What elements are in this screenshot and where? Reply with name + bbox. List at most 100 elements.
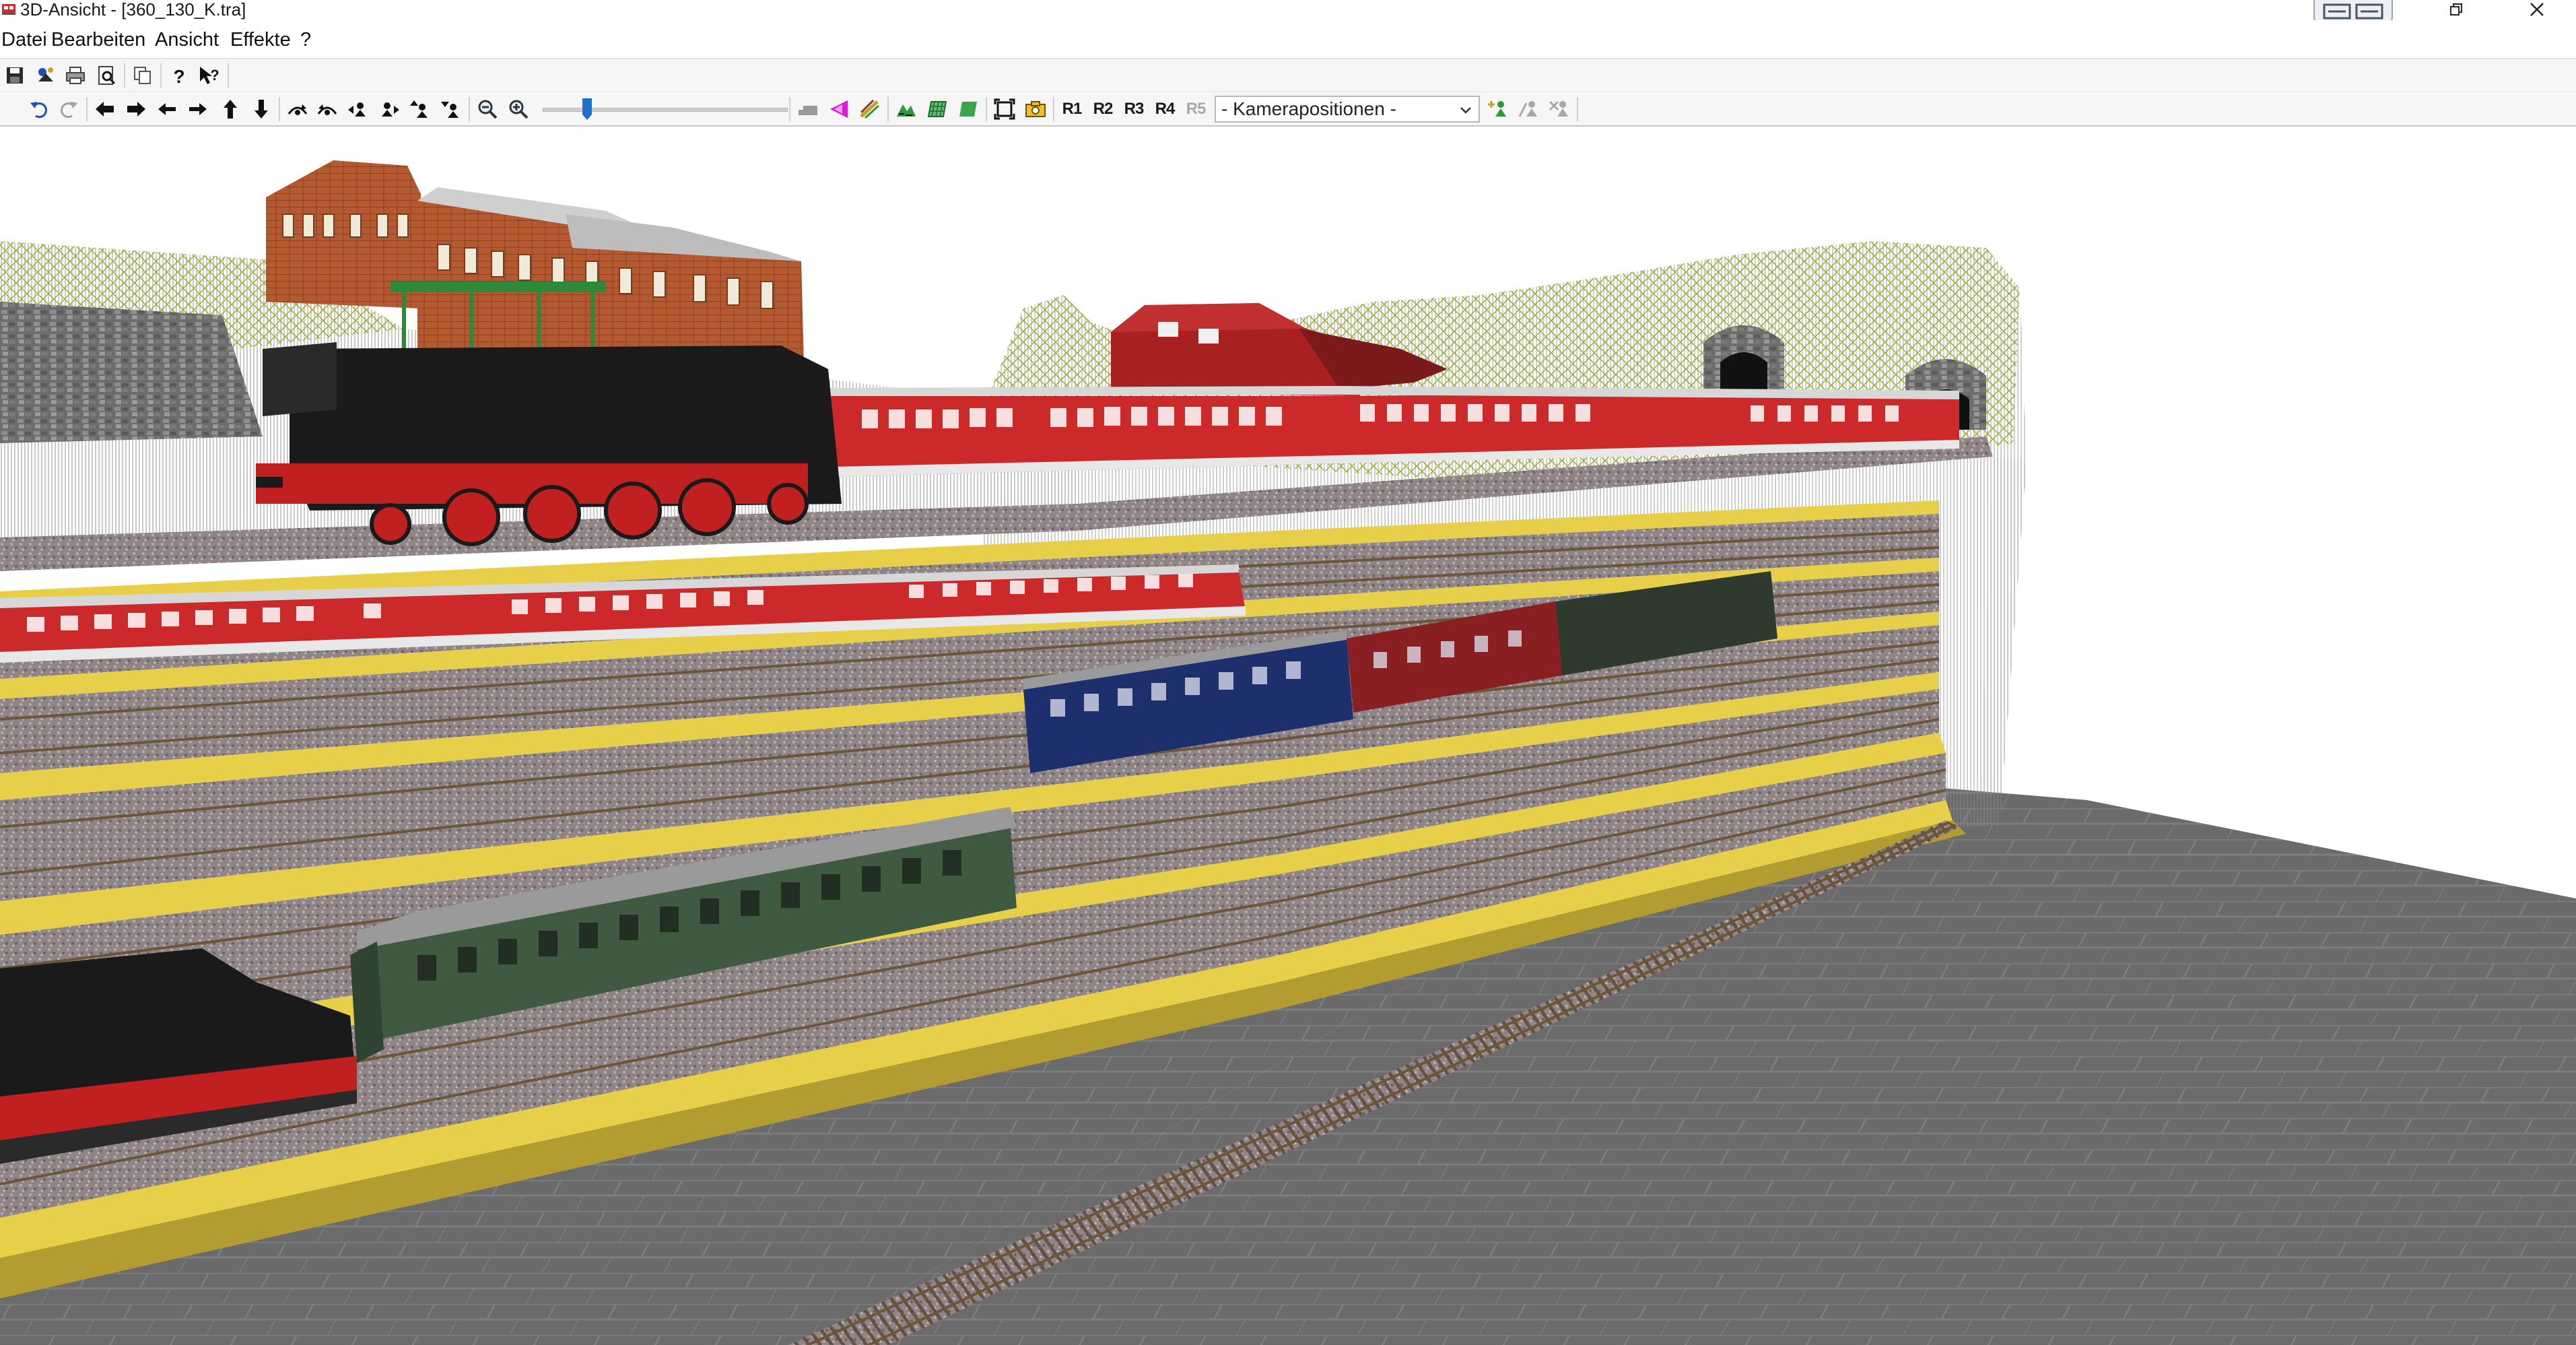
menu-help[interactable]: ?: [300, 20, 311, 58]
terrain-flat-button[interactable]: [794, 96, 821, 123]
toolbar-separator: [789, 97, 790, 121]
grid-icon: [927, 101, 947, 117]
copy-button[interactable]: [129, 62, 156, 89]
camera-turn-left-icon: [348, 102, 366, 117]
toolbar-separator: [1577, 97, 1578, 121]
save-button[interactable]: [1, 62, 28, 89]
svg-text:?: ?: [210, 67, 219, 84]
move-down-button[interactable]: [248, 96, 275, 123]
menu-bar: Datei Bearbeiten Ansicht Effekte ?: [0, 20, 2576, 59]
svg-text:?: ?: [173, 66, 184, 87]
camera-delete-icon: [1549, 100, 1568, 117]
undo-button[interactable]: [26, 96, 53, 123]
print-button[interactable]: [62, 62, 89, 89]
fit-view-button[interactable]: [991, 96, 1018, 123]
move-up-button[interactable]: [217, 96, 244, 123]
arrow-left-button[interactable]: [92, 96, 118, 123]
toolbar-separator: [124, 63, 125, 88]
recorded-position-5[interactable]: R5: [1182, 96, 1209, 123]
train-settings-icon: [38, 67, 53, 81]
recorded-position-5-label: R5: [1186, 100, 1207, 118]
camera-back-button[interactable]: [314, 96, 341, 123]
close-icon: [2530, 3, 2544, 16]
camera-lower-icon: [441, 102, 459, 118]
track-edit-button[interactable]: [856, 96, 883, 123]
save-icon: [7, 67, 23, 84]
toolbar-separator: [86, 97, 88, 121]
camera-position-delete-button[interactable]: [1546, 96, 1573, 123]
fit-view-icon: [994, 98, 1015, 120]
camera-raise-button[interactable]: [407, 96, 434, 123]
toolbar-separator: [887, 97, 889, 121]
move-right-button[interactable]: [184, 96, 211, 123]
toolbar-file: ? ?: [0, 59, 2576, 92]
recorded-position-1[interactable]: R1: [1058, 96, 1085, 123]
move-left-icon: [158, 103, 176, 115]
zoom-slider-thumb[interactable]: [582, 97, 592, 121]
print-preview-button[interactable]: [93, 62, 120, 89]
zoom-slider-track: [543, 108, 788, 112]
move-left-button[interactable]: [154, 96, 180, 123]
camera-forward-button[interactable]: [284, 96, 311, 123]
menu-effekte[interactable]: Effekte: [230, 20, 291, 58]
arrow-right-button[interactable]: [123, 96, 149, 123]
restore-icon: [2450, 3, 2462, 15]
camera-positions-value: - Kamerapositionen -: [1221, 98, 1396, 119]
copy-icon: [134, 67, 151, 84]
recorded-position-3[interactable]: R3: [1120, 96, 1147, 123]
landscape-icon: [897, 104, 916, 117]
camera-position-icon: [1488, 101, 1506, 117]
toolbar-navigation: R1 R2 R3 R4 R5 - Kamerapositionen -: [0, 93, 2576, 127]
context-help-button[interactable]: ?: [195, 62, 222, 89]
close-button[interactable]: [2519, 0, 2554, 20]
menu-datei[interactable]: Datei: [1, 20, 47, 58]
camera-turn-left-button[interactable]: [345, 96, 372, 123]
zoom-slider[interactable]: [543, 97, 788, 121]
camera-edit-icon: [1518, 101, 1537, 117]
camera-forward-icon: [287, 104, 308, 115]
texture-button[interactable]: [955, 96, 982, 123]
train-settings-button[interactable]: [32, 62, 59, 89]
zoom-in-button[interactable]: [505, 96, 532, 123]
zoom-out-button[interactable]: [474, 96, 501, 123]
menu-bearbeiten[interactable]: Bearbeiten: [51, 20, 145, 58]
restore-button[interactable]: [2444, 0, 2468, 20]
recorded-position-2[interactable]: R2: [1089, 96, 1116, 123]
grid-button[interactable]: [924, 96, 951, 123]
camera-back-icon: [317, 104, 337, 115]
landscape-button[interactable]: [893, 96, 920, 123]
toolbar-separator: [228, 63, 229, 88]
3d-viewport[interactable]: [0, 127, 2576, 1345]
move-up-icon: [224, 100, 237, 119]
help-button[interactable]: ?: [166, 62, 193, 89]
window-layout-button[interactable]: [2313, 0, 2393, 23]
chevron-down-icon: [1460, 107, 1471, 114]
camera-positions-select[interactable]: - Kamerapositionen -: [1215, 96, 1480, 123]
magenta-marker-button[interactable]: [825, 96, 852, 123]
3d-scene[interactable]: [0, 127, 2576, 1345]
magenta-marker-icon: [830, 100, 848, 118]
redo-button[interactable]: [55, 96, 82, 123]
recorded-position-4-label: R4: [1155, 100, 1176, 118]
help-icon: ?: [173, 66, 184, 87]
recorded-position-2-label: R2: [1093, 100, 1114, 118]
camera-position-add-button[interactable]: [1484, 96, 1511, 123]
terrain-flat-icon: [799, 106, 817, 115]
redo-icon: [61, 102, 77, 119]
screenshot-button[interactable]: [1022, 96, 1049, 123]
camera-position-edit-button[interactable]: [1515, 96, 1542, 123]
arrow-right-icon: [127, 102, 145, 117]
texture-icon: [959, 102, 977, 117]
camera-turn-right-button[interactable]: [376, 96, 403, 123]
camera-lower-button[interactable]: [438, 96, 465, 123]
undo-icon: [30, 102, 47, 119]
screenshot-icon: [1025, 101, 1046, 117]
title-bar: 3D-Ansicht - [360_130_K.tra]: [0, 0, 2576, 23]
print-preview-icon: [98, 66, 116, 85]
recorded-position-3-label: R3: [1124, 100, 1145, 118]
recorded-position-4[interactable]: R4: [1151, 96, 1178, 123]
print-icon: [66, 67, 85, 84]
track-edit-icon: [860, 99, 880, 119]
camera-raise-icon: [410, 100, 428, 118]
menu-ansicht[interactable]: Ansicht: [155, 20, 219, 58]
